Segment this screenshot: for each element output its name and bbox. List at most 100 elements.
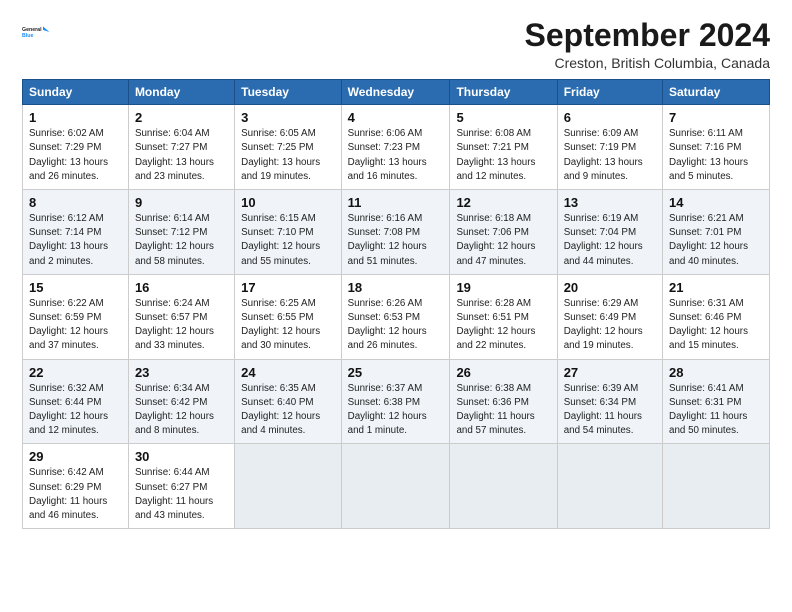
- calendar-cell: 22Sunrise: 6:32 AMSunset: 6:44 PMDayligh…: [23, 359, 129, 444]
- calendar-cell: 8 Sunrise: 6:12 AMSunset: 7:14 PMDaylight…: [23, 190, 129, 275]
- day-info: Sunrise: 6:35 AMSunset: 6:40 PMDaylight:…: [241, 382, 335, 439]
- calendar-cell: 6Sunrise: 6:09 AMSunset: 7:19 PMDaylight…: [557, 105, 662, 190]
- calendar-cell: 25 Sunrise: 6:37 AMSunset: 6:38 PMDayligh…: [341, 359, 450, 444]
- svg-text:Blue: Blue: [22, 33, 33, 39]
- day-number: 13: [564, 195, 656, 210]
- logo: GeneralBlue: [22, 18, 50, 46]
- calendar-cell: 2 Sunrise: 6:04 AMSunset: 7:27 PMDaylight…: [128, 105, 234, 190]
- day-info: Sunrise: 6:11 AMSunset: 7:16 PMDaylight:…: [669, 127, 763, 184]
- calendar-table: Sunday Monday Tuesday Wednesday Thursday…: [22, 79, 770, 529]
- day-number: 26: [456, 365, 550, 380]
- calendar-cell: 7Sunrise: 6:11 AMSunset: 7:16 PMDaylight…: [663, 105, 770, 190]
- calendar-cell: [557, 444, 662, 529]
- calendar-cell: [235, 444, 342, 529]
- day-number: 6: [564, 110, 656, 125]
- day-info: Sunrise: 6:42 AMSunset: 6:29 PMDaylight:…: [29, 466, 122, 523]
- calendar-cell: [663, 444, 770, 529]
- day-info: Sunrise: 6:37 AMSunset: 6:38 PMDaylight:…: [348, 382, 444, 439]
- day-info: Sunrise: 6:22 AMSunset: 6:59 PMDaylight:…: [29, 297, 122, 354]
- day-number: 24: [241, 365, 335, 380]
- day-number: 25: [348, 365, 444, 380]
- calendar-cell: 9 Sunrise: 6:14 AMSunset: 7:12 PMDaylight…: [128, 190, 234, 275]
- calendar-cell: 24 Sunrise: 6:35 AMSunset: 6:40 PMDayligh…: [235, 359, 342, 444]
- day-info: Sunrise: 6:12 AMSunset: 7:14 PMDaylight:…: [29, 212, 122, 269]
- calendar-cell: 4 Sunrise: 6:06 AMSunset: 7:23 PMDaylight…: [341, 105, 450, 190]
- calendar-cell: 19 Sunrise: 6:28 AMSunset: 6:51 PMDayligh…: [450, 274, 557, 359]
- calendar-cell: 16 Sunrise: 6:24 AMSunset: 6:57 PMDayligh…: [128, 274, 234, 359]
- day-info: Sunrise: 6:28 AMSunset: 6:51 PMDaylight:…: [456, 297, 550, 354]
- week-row-3: 15 Sunrise: 6:22 AMSunset: 6:59 PMDayligh…: [23, 274, 770, 359]
- page: GeneralBlue September 2024 Creston, Brit…: [0, 0, 792, 612]
- day-number: 22: [29, 365, 122, 380]
- day-info: Sunrise: 6:04 AMSunset: 7:27 PMDaylight:…: [135, 127, 228, 184]
- day-number: 12: [456, 195, 550, 210]
- day-info: Sunrise: 6:06 AMSunset: 7:23 PMDaylight:…: [348, 127, 444, 184]
- day-info: Sunrise: 6:38 AMSunset: 6:36 PMDaylight:…: [456, 382, 550, 439]
- col-wednesday: Wednesday: [341, 80, 450, 105]
- day-info: Sunrise: 6:19 AMSunset: 7:04 PMDaylight:…: [564, 212, 656, 269]
- col-saturday: Saturday: [663, 80, 770, 105]
- calendar-title: September 2024: [525, 18, 770, 53]
- day-number: 30: [135, 449, 228, 464]
- day-number: 14: [669, 195, 763, 210]
- day-info: Sunrise: 6:05 AMSunset: 7:25 PMDaylight:…: [241, 127, 335, 184]
- day-number: 27: [564, 365, 656, 380]
- calendar-cell: 17 Sunrise: 6:25 AMSunset: 6:55 PMDayligh…: [235, 274, 342, 359]
- week-row-4: 22Sunrise: 6:32 AMSunset: 6:44 PMDayligh…: [23, 359, 770, 444]
- calendar-cell: 11 Sunrise: 6:16 AMSunset: 7:08 PMDayligh…: [341, 190, 450, 275]
- calendar-cell: [450, 444, 557, 529]
- day-number: 1: [29, 110, 122, 125]
- col-sunday: Sunday: [23, 80, 129, 105]
- title-block: September 2024 Creston, British Columbia…: [525, 18, 770, 71]
- day-info: Sunrise: 6:26 AMSunset: 6:53 PMDaylight:…: [348, 297, 444, 354]
- calendar-cell: 27 Sunrise: 6:39 AMSunset: 6:34 PMDayligh…: [557, 359, 662, 444]
- day-number: 3: [241, 110, 335, 125]
- day-number: 15: [29, 280, 122, 295]
- day-info: Sunrise: 6:14 AMSunset: 7:12 PMDaylight:…: [135, 212, 228, 269]
- calendar-cell: 15 Sunrise: 6:22 AMSunset: 6:59 PMDayligh…: [23, 274, 129, 359]
- day-number: 8: [29, 195, 122, 210]
- calendar-cell: 13 Sunrise: 6:19 AMSunset: 7:04 PMDayligh…: [557, 190, 662, 275]
- calendar-cell: 12Sunrise: 6:18 AMSunset: 7:06 PMDayligh…: [450, 190, 557, 275]
- day-info: Sunrise: 6:31 AMSunset: 6:46 PMDaylight:…: [669, 297, 763, 354]
- col-monday: Monday: [128, 80, 234, 105]
- calendar-cell: 21 Sunrise: 6:31 AMSunset: 6:46 PMDayligh…: [663, 274, 770, 359]
- day-number: 16: [135, 280, 228, 295]
- header: GeneralBlue September 2024 Creston, Brit…: [22, 18, 770, 71]
- day-info: Sunrise: 6:34 AMSunset: 6:42 PMDaylight:…: [135, 382, 228, 439]
- day-info: Sunrise: 6:39 AMSunset: 6:34 PMDaylight:…: [564, 382, 656, 439]
- day-info: Sunrise: 6:41 AMSunset: 6:31 PMDaylight:…: [669, 382, 763, 439]
- header-row: Sunday Monday Tuesday Wednesday Thursday…: [23, 80, 770, 105]
- calendar-subtitle: Creston, British Columbia, Canada: [525, 55, 770, 71]
- calendar-cell: 26 Sunrise: 6:38 AMSunset: 6:36 PMDayligh…: [450, 359, 557, 444]
- calendar-cell: 28 Sunrise: 6:41 AMSunset: 6:31 PMDayligh…: [663, 359, 770, 444]
- day-info: Sunrise: 6:02 AMSunset: 7:29 PMDaylight:…: [29, 127, 122, 184]
- day-info: Sunrise: 6:25 AMSunset: 6:55 PMDaylight:…: [241, 297, 335, 354]
- day-number: 17: [241, 280, 335, 295]
- day-info: Sunrise: 6:29 AMSunset: 6:49 PMDaylight:…: [564, 297, 656, 354]
- day-number: 2: [135, 110, 228, 125]
- logo-icon: GeneralBlue: [22, 18, 50, 46]
- col-tuesday: Tuesday: [235, 80, 342, 105]
- day-number: 10: [241, 195, 335, 210]
- calendar-cell: 30Sunrise: 6:44 AMSunset: 6:27 PMDayligh…: [128, 444, 234, 529]
- calendar-cell: 14Sunrise: 6:21 AMSunset: 7:01 PMDayligh…: [663, 190, 770, 275]
- svg-text:General: General: [22, 27, 42, 33]
- day-number: 19: [456, 280, 550, 295]
- week-row-5: 29Sunrise: 6:42 AMSunset: 6:29 PMDayligh…: [23, 444, 770, 529]
- day-info: Sunrise: 6:08 AMSunset: 7:21 PMDaylight:…: [456, 127, 550, 184]
- week-row-2: 8 Sunrise: 6:12 AMSunset: 7:14 PMDaylight…: [23, 190, 770, 275]
- day-info: Sunrise: 6:15 AMSunset: 7:10 PMDaylight:…: [241, 212, 335, 269]
- day-number: 11: [348, 195, 444, 210]
- calendar-cell: 18 Sunrise: 6:26 AMSunset: 6:53 PMDayligh…: [341, 274, 450, 359]
- day-number: 28: [669, 365, 763, 380]
- day-number: 18: [348, 280, 444, 295]
- calendar-cell: [341, 444, 450, 529]
- calendar-cell: 29Sunrise: 6:42 AMSunset: 6:29 PMDayligh…: [23, 444, 129, 529]
- day-info: Sunrise: 6:16 AMSunset: 7:08 PMDaylight:…: [348, 212, 444, 269]
- day-number: 4: [348, 110, 444, 125]
- day-number: 9: [135, 195, 228, 210]
- day-number: 23: [135, 365, 228, 380]
- day-number: 21: [669, 280, 763, 295]
- day-info: Sunrise: 6:24 AMSunset: 6:57 PMDaylight:…: [135, 297, 228, 354]
